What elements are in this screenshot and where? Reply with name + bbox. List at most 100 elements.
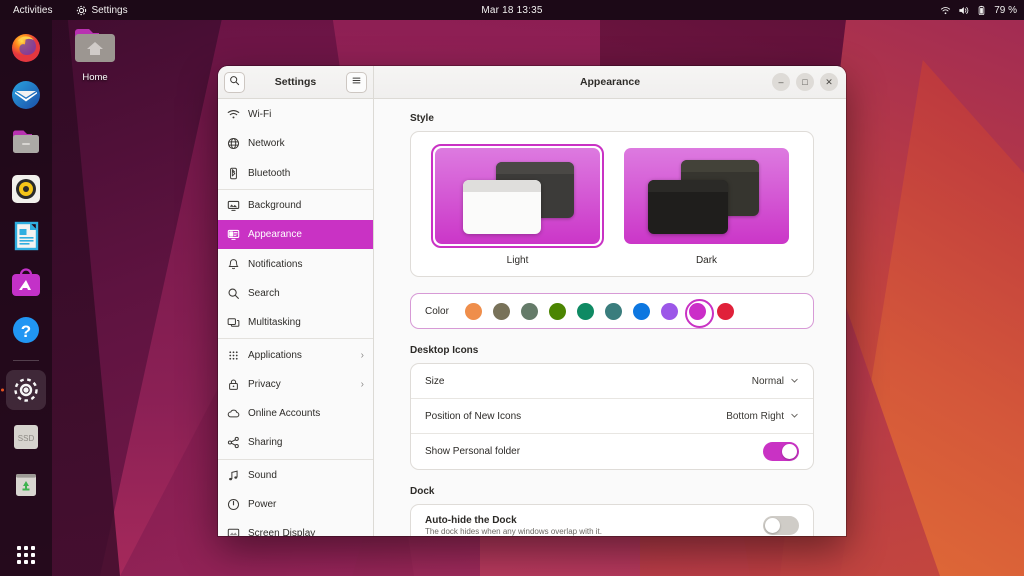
sidebar-item-wi-fi[interactable]: Wi-Fi — [218, 100, 373, 129]
accent-swatch-magenta[interactable] — [689, 303, 706, 320]
app-menu-button[interactable]: Settings — [71, 3, 132, 18]
dock-item-ssd-drive[interactable]: SSD — [6, 417, 46, 457]
dock-item-firefox[interactable] — [6, 28, 46, 68]
toggle-switch[interactable] — [763, 442, 799, 461]
sidebar-item-privacy[interactable]: Privacy› — [218, 370, 373, 399]
sidebar-item-network[interactable]: Network — [218, 129, 373, 158]
ubuntu-software-icon — [10, 267, 42, 299]
chevron-down-icon — [790, 411, 799, 422]
sidebar-item-appearance[interactable]: Appearance — [218, 220, 373, 249]
applications-grid-icon — [17, 546, 35, 564]
main-menu-button[interactable] — [346, 72, 367, 93]
dock-card: Auto-hide the DockThe dock hides when an… — [410, 504, 814, 536]
ubuntu-dock: ? SSD — [0, 20, 52, 576]
color-label: Color — [425, 306, 449, 317]
accent-swatch-bark[interactable] — [493, 303, 510, 320]
appearance-icon — [227, 228, 240, 241]
row-position-of-new-icons[interactable]: Position of New IconsBottom Right — [411, 399, 813, 434]
toggle-switch[interactable] — [763, 516, 799, 535]
accent-color-swatches — [465, 303, 734, 320]
bell-icon — [227, 258, 240, 271]
appearance-content: Style Light — [374, 99, 846, 536]
row-size[interactable]: SizeNormal — [411, 364, 813, 399]
sidebar-item-label: Bluetooth — [248, 168, 364, 179]
sidebar-item-online-accounts[interactable]: Online Accounts — [218, 399, 373, 428]
style-option-label: Light — [431, 255, 604, 266]
sidebar-item-sound[interactable]: Sound — [218, 461, 373, 490]
system-status-area[interactable]: 79 % — [940, 5, 1017, 16]
minimize-button[interactable]: – — [772, 73, 790, 91]
show-applications-button[interactable] — [0, 546, 52, 564]
accent-swatch-olive[interactable] — [549, 303, 566, 320]
activities-label: Activities — [13, 5, 52, 16]
sidebar-separator — [218, 459, 373, 460]
wifi-icon — [227, 108, 240, 121]
style-option-dark[interactable]: Dark — [620, 144, 793, 266]
sidebar-item-label: Privacy — [248, 379, 353, 390]
sidebar-item-background[interactable]: Background — [218, 191, 373, 220]
dock-item-settings[interactable] — [6, 370, 46, 410]
dock-item-help[interactable]: ? — [6, 310, 46, 350]
accent-swatch-viridian[interactable] — [577, 303, 594, 320]
home-folder-icon — [73, 51, 117, 68]
row-label: Show Personal folder — [425, 446, 763, 457]
music-note-icon — [227, 469, 240, 482]
sidebar-item-screen-display[interactable]: Screen Display — [218, 519, 373, 536]
accent-swatch-blue[interactable] — [633, 303, 650, 320]
dock-separator — [13, 360, 39, 361]
dock-item-libreoffice-writer[interactable] — [6, 216, 46, 256]
dock-item-rhythmbox[interactable] — [6, 169, 46, 209]
gnome-top-bar: Activities Settings Mar 18 13:35 79 % — [0, 0, 1024, 20]
volume-icon — [958, 5, 969, 16]
dock-section-title: Dock — [410, 486, 814, 497]
sidebar-item-sharing[interactable]: Sharing — [218, 428, 373, 457]
accent-swatch-prussian-green[interactable] — [605, 303, 622, 320]
row-description: The dock hides when any windows overlap … — [425, 527, 763, 536]
search-icon — [227, 287, 240, 300]
desktop-icon-home[interactable]: Home — [68, 26, 122, 83]
accent-swatch-red[interactable] — [717, 303, 734, 320]
page-title: Appearance — [580, 76, 640, 88]
accent-swatch-orange[interactable] — [465, 303, 482, 320]
sidebar-item-bluetooth[interactable]: Bluetooth — [218, 159, 373, 188]
close-button[interactable]: ✕ — [820, 73, 838, 91]
activities-button[interactable]: Activities — [8, 3, 57, 18]
sidebar-item-applications[interactable]: Applications› — [218, 340, 373, 369]
sidebar-title: Settings — [275, 76, 316, 88]
settings-main-pane: Appearance – □ ✕ Style — [374, 66, 846, 536]
row-show-personal-folder[interactable]: Show Personal folder — [411, 434, 813, 469]
accent-swatch-purple[interactable] — [661, 303, 678, 320]
sidebar-item-label: Appearance — [248, 229, 364, 240]
toggle-knob — [765, 518, 780, 533]
sidebar-item-notifications[interactable]: Notifications — [218, 249, 373, 278]
clock-label: Mar 18 13:35 — [481, 5, 542, 16]
row-auto-hide-the-dock[interactable]: Auto-hide the DockThe dock hides when an… — [411, 505, 813, 536]
dock-item-trash[interactable] — [6, 464, 46, 504]
sidebar-item-power[interactable]: Power — [218, 490, 373, 519]
sidebar-separator — [218, 189, 373, 190]
battery-icon — [976, 5, 987, 16]
row-label: Position of New Icons — [425, 411, 726, 422]
sidebar-item-multitasking[interactable]: Multitasking — [218, 308, 373, 337]
maximize-button[interactable]: □ — [796, 73, 814, 91]
dock-item-thunderbird[interactable] — [6, 75, 46, 115]
sidebar-nav-list: Wi-FiNetwork Bluetooth Background Appearanc… — [218, 99, 373, 536]
desktop-icons-section-title: Desktop Icons — [410, 345, 814, 356]
multitasking-icon — [227, 316, 240, 329]
row-label: Auto-hide the Dock — [425, 515, 763, 526]
style-option-light[interactable]: Light — [431, 144, 604, 266]
settings-sidebar: Settings Wi-FiNetwork Bluetooth Background… — [218, 66, 374, 536]
dock-item-ubuntu-software[interactable] — [6, 263, 46, 303]
ssd-drive-icon: SSD — [10, 421, 42, 453]
trash-icon — [10, 468, 42, 500]
dock-item-files[interactable] — [6, 122, 46, 162]
dark-style-preview — [624, 148, 789, 244]
clock-button[interactable]: Mar 18 13:35 — [452, 5, 572, 16]
sidebar-item-label: Applications — [248, 350, 353, 361]
files-icon — [10, 126, 42, 158]
accent-swatch-sage[interactable] — [521, 303, 538, 320]
window-controls: – □ ✕ — [772, 73, 838, 91]
sidebar-item-search[interactable]: Search — [218, 279, 373, 308]
search-button[interactable] — [224, 72, 245, 93]
app-menu-label: Settings — [91, 5, 127, 16]
